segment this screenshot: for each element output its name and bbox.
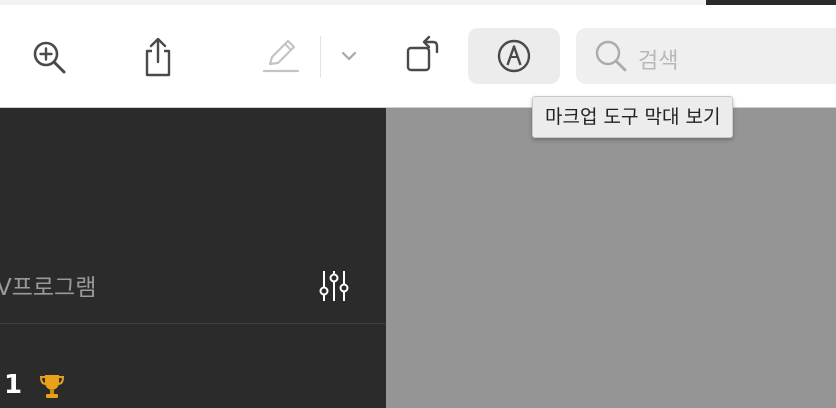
rotate-button[interactable] — [402, 33, 444, 75]
toolbar-divider — [320, 36, 321, 78]
sidebar-heading: V프로그램 — [0, 275, 97, 301]
tooltip: 마크업 도구 막대 보기 — [532, 96, 734, 138]
filter-button[interactable] — [318, 268, 350, 304]
pen-icon — [262, 39, 300, 73]
share-button[interactable] — [138, 34, 178, 80]
zoom-in-button[interactable] — [30, 38, 70, 78]
search-placeholder: 검색 — [638, 49, 679, 74]
sidebar-divider — [0, 323, 386, 324]
markup-toolbar-button[interactable] — [468, 28, 560, 84]
search-field[interactable]: 검색 — [576, 28, 836, 84]
highlight-button[interactable] — [258, 34, 302, 76]
trophy-icon — [39, 375, 65, 398]
sidebar: V프로그램 1 — [0, 108, 386, 408]
share-icon — [145, 37, 171, 77]
magnifier-plus-icon — [33, 41, 66, 74]
markup-icon — [497, 39, 531, 73]
rotate-icon — [406, 35, 439, 72]
document-canvas — [386, 108, 836, 408]
search-icon — [595, 40, 627, 72]
rank-number: 1 — [4, 370, 23, 400]
chevron-down-icon — [341, 51, 357, 61]
highlight-menu-button[interactable] — [336, 45, 362, 67]
sliders-icon — [319, 271, 349, 301]
toolbar: 검색 — [0, 5, 836, 108]
